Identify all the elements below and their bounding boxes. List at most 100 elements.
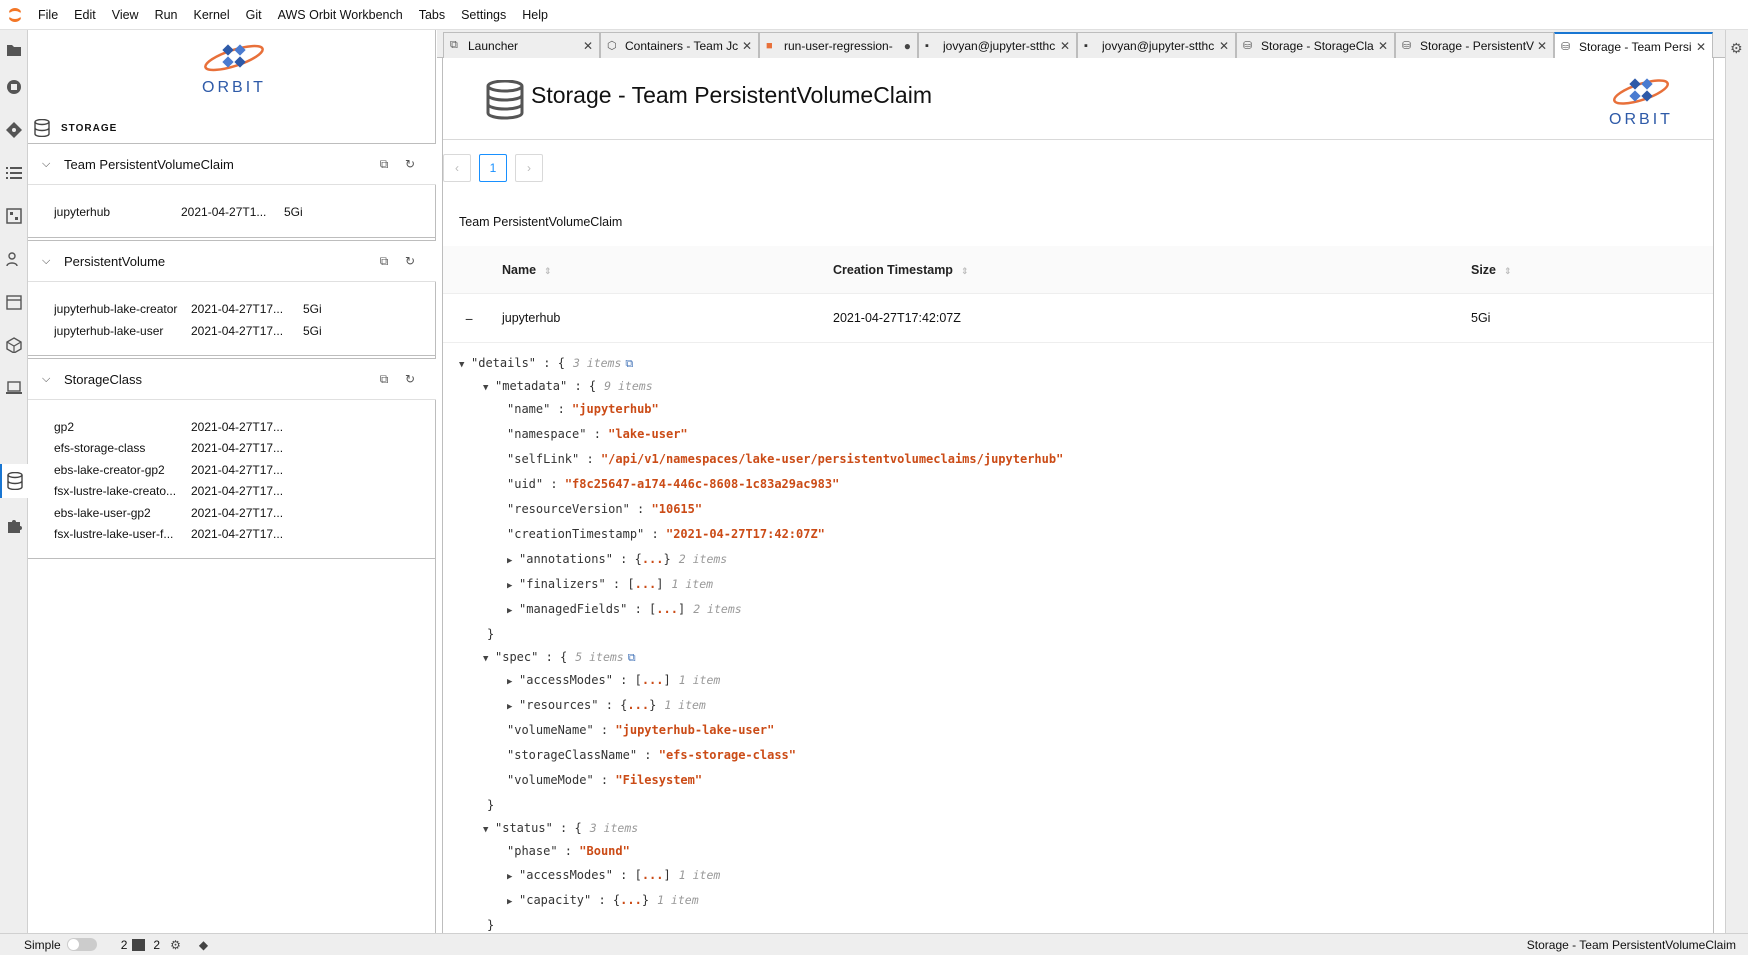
list-item[interactable]: jupyterhub-lake-creator 2021-04-27T17...… xyxy=(54,299,343,319)
menu-tabs[interactable]: Tabs xyxy=(411,0,453,30)
close-icon[interactable]: ✕ xyxy=(1217,39,1229,53)
list-item[interactable]: gp2 2021-04-27T17... xyxy=(54,417,303,437)
simple-mode-label: Simple xyxy=(24,937,61,952)
next-page-button[interactable]: › xyxy=(515,154,543,182)
page-button[interactable]: 1 xyxy=(479,154,507,182)
column-header-timestamp[interactable]: Creation Timestamp ⇕ xyxy=(833,263,969,277)
notebook-icon: ■ xyxy=(766,39,773,52)
menu-aws-orbit-workbench[interactable]: AWS Orbit Workbench xyxy=(270,0,411,30)
refresh-icon[interactable]: ↻ xyxy=(403,372,417,386)
container-cube-icon[interactable] xyxy=(4,335,24,355)
json-node-status-access-modes[interactable]: ▶ "accessModes" : [...] 1 item xyxy=(507,866,720,884)
menu-view[interactable]: View xyxy=(104,0,147,30)
list-item[interactable]: ebs-lake-creator-gp2 2021-04-27T17... xyxy=(54,460,303,480)
json-node-managed-fields[interactable]: ▶ "managedFields" : [...] 2 items xyxy=(507,600,742,618)
list-item[interactable]: jupyterhub 2021-04-27T1... 5Gi xyxy=(54,202,324,222)
json-node-resources[interactable]: ▶ "resources" : {...} 1 item xyxy=(507,696,706,714)
close-icon[interactable]: ✕ xyxy=(1694,40,1706,54)
section-team-pvc-header[interactable]: ⌵ Team PersistentVolumeClaim ⧉ ↻ xyxy=(28,143,436,185)
json-field: "resourceVersion" : "10615" xyxy=(507,502,703,516)
menu-run[interactable]: Run xyxy=(147,0,186,30)
menu-file[interactable]: File xyxy=(30,0,66,30)
open-in-new-tab-icon[interactable]: ⧉ xyxy=(377,254,391,268)
json-brace: } xyxy=(487,798,495,812)
property-inspector-icon[interactable] xyxy=(4,206,24,226)
simple-mode-toggle[interactable] xyxy=(66,938,97,951)
close-icon[interactable]: ✕ xyxy=(1058,39,1070,53)
tab-storage-class[interactable]: ⛁ Storage - StorageCla ✕ xyxy=(1236,32,1395,58)
tab-persistent-volume[interactable]: ⛁ Storage - PersistentV ✕ xyxy=(1395,32,1554,58)
open-in-new-tab-icon[interactable]: ⧉ xyxy=(377,157,391,171)
list-item[interactable]: ebs-lake-user-gp2 2021-04-27T17... xyxy=(54,503,303,523)
chevron-down-icon[interactable]: ⌵ xyxy=(42,255,52,268)
folder-icon[interactable] xyxy=(4,40,24,60)
json-node-access-modes[interactable]: ▶ "accessModes" : [...] 1 item xyxy=(507,671,720,689)
copy-icon[interactable]: ⧉ xyxy=(628,651,636,664)
collapse-row-button[interactable]: − xyxy=(465,311,473,327)
json-node-annotations[interactable]: ▶ "annotations" : {...} 2 items xyxy=(507,550,727,568)
calendar-icon[interactable] xyxy=(4,292,24,312)
json-node-metadata[interactable]: ▼ "metadata" : {9 items xyxy=(483,377,653,395)
terminal-count[interactable]: 2 xyxy=(153,938,160,952)
json-node-status[interactable]: ▼ "status" : {3 items xyxy=(483,819,638,837)
menu-git[interactable]: Git xyxy=(238,0,270,30)
activity-bar xyxy=(0,30,28,933)
chevron-down-icon[interactable]: ⌵ xyxy=(42,373,52,386)
table-row[interactable]: − jupyterhub 2021-04-27T17:42:07Z 5Gi xyxy=(443,295,1713,343)
close-icon[interactable]: ✕ xyxy=(1376,39,1388,53)
open-in-new-tab-icon[interactable]: ⧉ xyxy=(377,372,391,386)
tab-team-pvc[interactable]: ⛁ Storage - Team Persi ✕ xyxy=(1554,32,1713,59)
column-header-name[interactable]: Name ⇕ xyxy=(502,263,552,277)
copy-icon[interactable]: ⧉ xyxy=(625,357,633,370)
table-of-contents-icon[interactable] xyxy=(4,163,24,183)
laptop-icon[interactable] xyxy=(4,378,24,398)
tab-terminal-2[interactable]: ▪ jovyan@jupyter-stthc ✕ xyxy=(1077,32,1236,58)
close-icon[interactable]: ✕ xyxy=(1535,39,1547,53)
refresh-icon[interactable]: ↻ xyxy=(403,254,417,268)
table-header: Name ⇕ Creation Timestamp ⇕ Size ⇕ xyxy=(443,246,1713,294)
git-icon[interactable]: ◆ xyxy=(199,938,208,952)
refresh-icon[interactable]: ↻ xyxy=(403,157,417,171)
json-brace: } xyxy=(487,627,495,641)
extension-puzzle-icon[interactable] xyxy=(4,515,24,535)
list-item[interactable]: fsx-lustre-lake-user-f... 2021-04-27T17.… xyxy=(54,524,303,544)
json-node-spec[interactable]: ▼ "spec" : {5 items ⧉ xyxy=(483,648,636,666)
kernel-count[interactable]: 2 xyxy=(121,938,128,952)
running-kernels-icon[interactable] xyxy=(4,77,24,97)
close-icon[interactable]: ✕ xyxy=(740,39,752,53)
caret-right-icon: ▶ xyxy=(507,872,513,882)
column-header-size[interactable]: Size ⇕ xyxy=(1471,263,1512,277)
orbit-logo-text: ORBIT xyxy=(202,79,266,96)
close-icon[interactable]: ✕ xyxy=(581,39,593,53)
unsaved-dot-icon[interactable]: ● xyxy=(899,39,911,53)
prev-page-button[interactable]: ‹ xyxy=(443,154,471,182)
users-icon[interactable] xyxy=(4,249,24,269)
menu-settings[interactable]: Settings xyxy=(453,0,514,30)
menu-help[interactable]: Help xyxy=(514,0,556,30)
list-item[interactable]: efs-storage-class 2021-04-27T17... xyxy=(54,438,303,458)
storage-database-icon[interactable] xyxy=(0,464,28,498)
list-item[interactable]: jupyterhub-lake-user 2021-04-27T17... 5G… xyxy=(54,321,343,341)
settings-gear-icon[interactable]: ⚙ xyxy=(1730,40,1746,56)
list-item[interactable]: fsx-lustre-lake-creato... 2021-04-27T17.… xyxy=(54,481,303,501)
cell-size: 5Gi xyxy=(1471,311,1491,325)
menu-edit[interactable]: Edit xyxy=(66,0,104,30)
tab-launcher[interactable]: ⧉ Launcher ✕ xyxy=(443,32,600,58)
section-storage-class-header[interactable]: ⌵ StorageClass ⧉ ↻ xyxy=(28,358,436,400)
json-node-details[interactable]: ▼ "details" : {3 items ⧉ xyxy=(459,354,633,372)
tab-terminal-1[interactable]: ▪ jovyan@jupyter-stthc ✕ xyxy=(918,32,1077,58)
tab-notebook[interactable]: ■ run-user-regression- ● xyxy=(759,32,918,58)
section-persistent-volume-header[interactable]: ⌵ PersistentVolume ⧉ ↻ xyxy=(28,240,436,282)
cell-timestamp: 2021-04-27T17:42:07Z xyxy=(833,311,961,325)
json-node-finalizers[interactable]: ▶ "finalizers" : [...] 1 item xyxy=(507,575,713,593)
menu-kernel[interactable]: Kernel xyxy=(186,0,238,30)
json-field: "uid" : "f8c25647-a174-446c-8608-1c83a29… xyxy=(507,477,840,491)
tab-containers[interactable]: ⬡ Containers - Team Jc ✕ xyxy=(600,32,759,58)
json-node-capacity[interactable]: ▶ "capacity" : {...} 1 item xyxy=(507,891,699,909)
json-field: "namespace" : "lake-user" xyxy=(507,427,688,441)
git-icon[interactable] xyxy=(4,120,24,140)
cube-icon: ⬡ xyxy=(607,40,617,52)
section-title: StorageClass xyxy=(64,371,143,387)
chevron-down-icon[interactable]: ⌵ xyxy=(42,158,52,171)
orbit-logo: ORBIT xyxy=(202,44,266,96)
